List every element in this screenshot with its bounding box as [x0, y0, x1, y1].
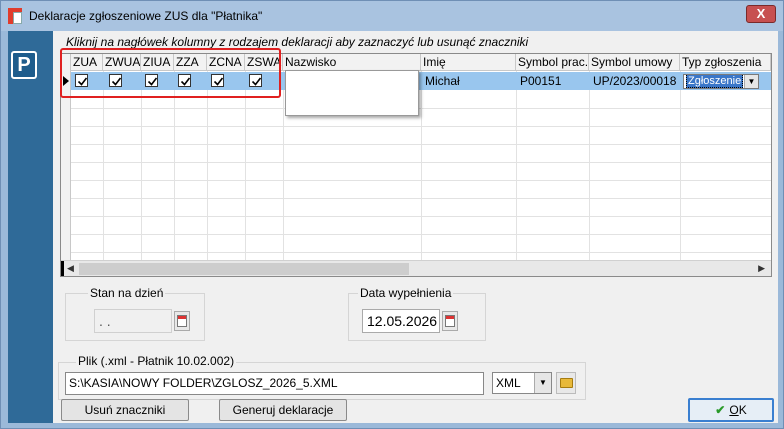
- column-header-imie[interactable]: Imię: [421, 54, 516, 71]
- stan-na-dzien-input: . .: [94, 309, 172, 333]
- side-panel: P: [8, 31, 53, 423]
- typ-zgloszenia-combo[interactable]: Zgłoszenie ▼: [683, 74, 759, 89]
- checkmark-icon: ✔: [715, 403, 726, 417]
- cell-imie[interactable]: Michał: [423, 72, 515, 90]
- title-bar[interactable]: Deklaracje zgłoszeniowe ZUS dla "Płatnik…: [1, 1, 783, 31]
- horizontal-scrollbar[interactable]: ◀ ▶: [61, 260, 771, 276]
- ok-button[interactable]: ✔ OK: [688, 398, 774, 422]
- file-path-input[interactable]: S:\KASIA\NOWY FOLDER\ZGLOSZ_2026_5.XML: [65, 372, 484, 395]
- calendar-icon: [174, 311, 190, 331]
- format-combo[interactable]: XML ▼: [492, 372, 552, 394]
- format-value: XML: [496, 376, 521, 390]
- typ-zgloszenia-value: Zgłoszenie: [686, 75, 744, 88]
- column-header-symbol-umowy[interactable]: Symbol umowy: [589, 54, 680, 71]
- ok-label-rest: K: [738, 403, 747, 417]
- plik-label: Plik (.xml - Płatnik 10.02.002): [76, 354, 237, 368]
- hint-text: Kliknij na nagłówek kolumny z rodzajem d…: [66, 35, 529, 49]
- close-button[interactable]: X: [746, 5, 776, 23]
- highlight-box: [60, 48, 281, 98]
- platnik-logo-icon: P: [11, 51, 37, 79]
- dialog-body: P Kliknij na nagłówek kolumny z rodzajem…: [8, 31, 778, 423]
- chevron-down-icon[interactable]: ▼: [744, 75, 758, 88]
- folder-open-icon[interactable]: [556, 372, 576, 394]
- chevron-down-icon[interactable]: ▼: [534, 373, 551, 393]
- generate-declarations-button[interactable]: Generuj deklaracje: [219, 399, 347, 421]
- data-wypelnienia-input[interactable]: 12.05.2026: [362, 309, 440, 333]
- column-header-nazwisko[interactable]: Nazwisko: [283, 54, 421, 71]
- column-popup: [285, 70, 419, 116]
- scroll-left-icon[interactable]: ◀: [67, 263, 74, 274]
- window-title: Deklaracje zgłoszeniowe ZUS dla "Płatnik…: [29, 9, 263, 23]
- column-header-typ-zgloszenia[interactable]: Typ zgłoszenia: [680, 54, 771, 71]
- column-header-symbol-prac[interactable]: Symbol prac.: [516, 54, 589, 71]
- data-wypelnienia-label: Data wypełnienia: [358, 286, 454, 300]
- scrollbar-thumb[interactable]: [79, 263, 409, 275]
- scroll-right-icon[interactable]: ▶: [758, 263, 765, 274]
- calendar-icon[interactable]: [442, 311, 458, 331]
- dialog-window: Deklaracje zgłoszeniowe ZUS dla "Płatnik…: [0, 0, 784, 429]
- stan-na-dzien-label: Stan na dzień: [88, 286, 166, 300]
- app-icon: [8, 8, 22, 24]
- cell-symbol-prac[interactable]: P00151: [518, 72, 588, 90]
- cell-symbol-umowy[interactable]: UP/2023/00018: [591, 72, 679, 90]
- ok-accel-letter: O: [729, 403, 739, 417]
- clear-marks-button[interactable]: Usuń znaczniki: [61, 399, 189, 421]
